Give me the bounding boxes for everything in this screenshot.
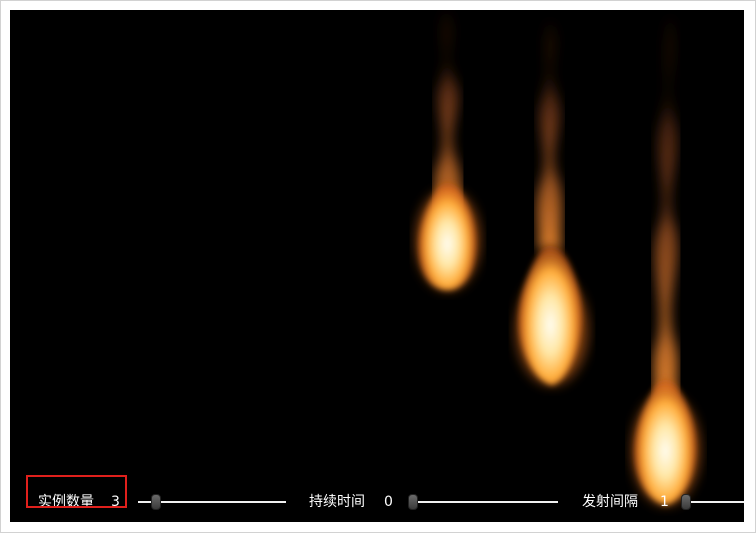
fire-particles bbox=[416, 10, 700, 505]
instance-count-slider-thumb[interactable] bbox=[151, 494, 161, 510]
emit-interval-slider-thumb[interactable] bbox=[681, 494, 691, 510]
particle-canvas: 实例数量 3 持续时间 0 发射间隔 1 bbox=[10, 10, 744, 522]
duration-slider-track[interactable] bbox=[410, 501, 558, 503]
window-frame: 实例数量 3 持续时间 0 发射间隔 1 bbox=[0, 0, 756, 533]
emit-interval-label: 发射间隔 bbox=[582, 494, 638, 510]
fireball-1 bbox=[416, 10, 480, 290]
emit-interval-value: 1 bbox=[660, 494, 669, 510]
fireball-3 bbox=[632, 15, 700, 505]
fireball-2 bbox=[516, 20, 588, 385]
emit-interval-slider-track[interactable] bbox=[682, 501, 744, 503]
duration-label: 持续时间 bbox=[309, 494, 365, 510]
duration-slider-thumb[interactable] bbox=[408, 494, 418, 510]
highlight-box bbox=[26, 475, 127, 508]
duration-value: 0 bbox=[384, 494, 393, 510]
